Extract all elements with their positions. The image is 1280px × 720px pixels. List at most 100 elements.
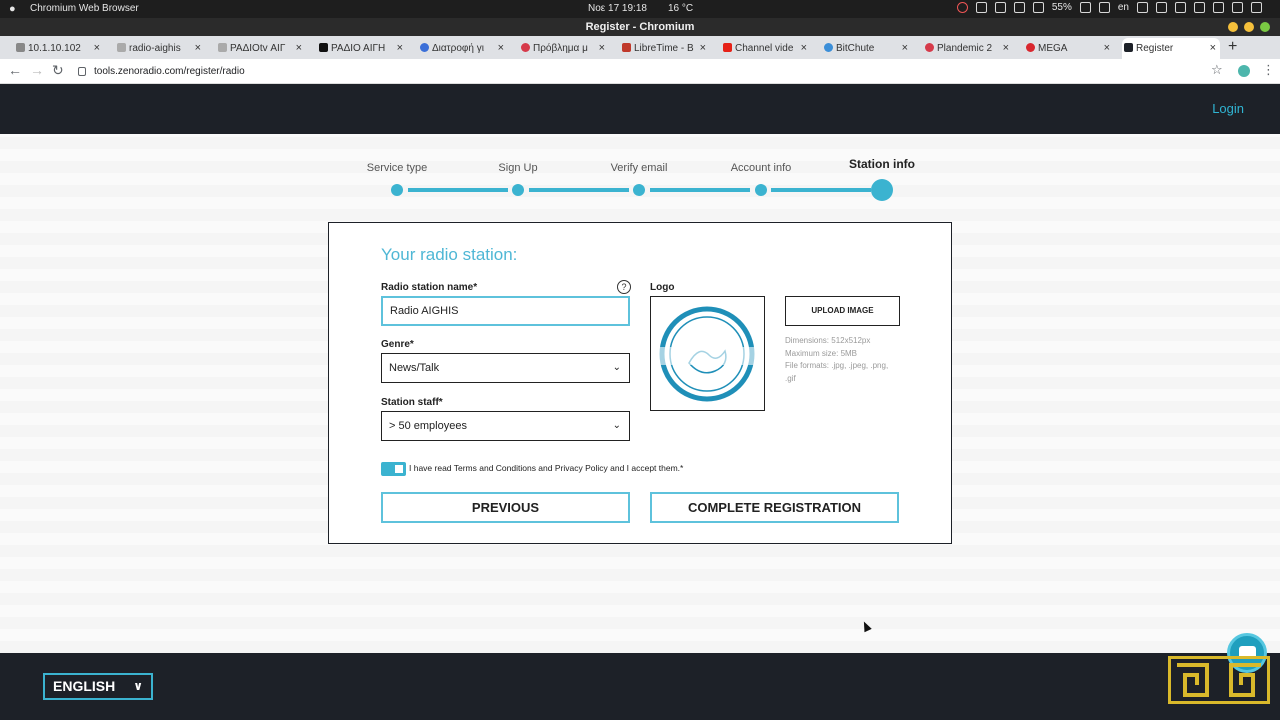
wifi-icon[interactable] <box>1175 2 1186 13</box>
tab-diatrofi[interactable]: Διατροφή γι × <box>418 38 508 59</box>
step-dot-station-info <box>871 179 893 201</box>
genre-label: Genre* <box>381 339 414 350</box>
step-dot-service-type[interactable] <box>391 184 403 196</box>
favicon-icon <box>218 43 227 52</box>
notification-icon[interactable] <box>1079 2 1091 13</box>
tab-bitchute[interactable]: BitChute × <box>822 38 912 59</box>
hint-dimensions: Dimensions: 512x512px <box>785 336 871 345</box>
bookmark-star-icon[interactable]: ☆ <box>1211 62 1223 78</box>
favicon-icon <box>723 43 732 52</box>
clock[interactable]: Νοε 17 19:18 <box>588 3 647 14</box>
tab-radio-aighis-2[interactable]: ΡΑΔΙΟ ΑΙΓΗ × <box>317 38 407 59</box>
step-label-account-info: Account info <box>730 162 792 174</box>
tab-label: Plandemic 2 <box>937 43 993 54</box>
site-footer: ENGLISH ∨ <box>0 653 1280 720</box>
tab-provlima[interactable]: Πρόβλημα μ × <box>519 38 609 59</box>
step-dot-account-info[interactable] <box>755 184 767 196</box>
system-menu-icon[interactable]: ● <box>9 3 19 15</box>
language-select[interactable]: ENGLISH ∨ <box>43 673 153 700</box>
close-tab-icon[interactable]: × <box>801 42 807 54</box>
record-icon[interactable] <box>956 2 968 13</box>
login-link[interactable]: Login <box>1212 101 1244 116</box>
volume-icon[interactable] <box>1213 2 1224 13</box>
favicon-icon <box>521 43 530 52</box>
app-icon[interactable] <box>1013 2 1025 13</box>
language-value: ENGLISH <box>53 678 116 694</box>
forward-arrow-icon[interactable]: → <box>30 62 44 78</box>
tab-label: Διατροφή γι <box>432 43 484 54</box>
step-label-sign-up: Sign Up <box>498 162 538 174</box>
page-body: Service type Sign Up Verify email Accoun… <box>0 134 1280 653</box>
upload-image-button[interactable]: UPLOAD IMAGE <box>785 296 900 326</box>
close-tab-icon[interactable]: × <box>700 42 706 54</box>
reload-icon[interactable]: ↻ <box>52 62 64 79</box>
step-label-service-type: Service type <box>366 162 428 174</box>
tab-radio-tv[interactable]: ΡΑΔΙΟtv ΑΙΓ × <box>216 38 306 59</box>
favicon-icon <box>1124 43 1133 52</box>
battery-icon[interactable] <box>1032 2 1044 13</box>
discord-icon[interactable] <box>994 2 1006 13</box>
help-icon[interactable]: ? <box>617 280 631 294</box>
close-window-button[interactable] <box>1260 22 1270 32</box>
complete-registration-button[interactable]: COMPLETE REGISTRATION <box>650 492 899 523</box>
upload-hints: Dimensions: 512x512px Maximum size: 5MB … <box>785 335 895 385</box>
tab-label: LibreTime - B <box>634 43 694 54</box>
tab-radio-aighis[interactable]: radio-aighis × <box>115 38 205 59</box>
close-tab-icon[interactable]: × <box>902 42 908 54</box>
window-icon[interactable] <box>975 2 987 13</box>
close-tab-icon[interactable]: × <box>498 42 504 54</box>
close-tab-icon[interactable]: × <box>1003 42 1009 54</box>
back-arrow-icon[interactable]: ← <box>8 62 22 78</box>
tab-label: 10.1.10.102 <box>28 43 81 54</box>
new-tab-button[interactable]: + <box>1228 38 1237 56</box>
checkbox-knob <box>395 465 403 473</box>
power-icon[interactable] <box>1251 2 1262 13</box>
close-tab-icon[interactable]: × <box>397 42 403 54</box>
favicon-icon <box>117 43 126 52</box>
extension-icon[interactable] <box>1238 65 1250 77</box>
tab-channel-videos[interactable]: Channel vide × <box>721 38 811 59</box>
tab-register[interactable]: Register × <box>1122 38 1220 59</box>
browser-toolbar: ← → ↻ tools.zenoradio.com/register/radio <box>0 59 1280 84</box>
close-tab-icon[interactable]: × <box>296 42 302 54</box>
close-tab-icon[interactable]: × <box>599 42 605 54</box>
favicon-icon <box>16 43 25 52</box>
microphone-icon[interactable] <box>1232 2 1243 13</box>
terms-checkbox[interactable] <box>381 462 406 476</box>
active-app-name[interactable]: Chromium Web Browser <box>30 3 139 14</box>
tab-mega[interactable]: MEGA × <box>1024 38 1114 59</box>
tab-10-1-10-102[interactable]: 10.1.10.102 × <box>14 38 104 59</box>
screenshot-icon[interactable] <box>1137 2 1148 13</box>
tab-label: BitChute <box>836 43 875 54</box>
window-title: Register - Chromium <box>0 18 1280 36</box>
previous-button[interactable]: PREVIOUS <box>381 492 630 523</box>
lock-icon[interactable] <box>78 67 86 76</box>
tab-libretime[interactable]: LibreTime - B × <box>620 38 710 59</box>
tab-label: ΡΑΔΙΟ ΑΙΓΗ <box>331 43 386 54</box>
browser-menu-icon[interactable]: ⋮ <box>1262 62 1275 78</box>
night-mode-icon[interactable] <box>1156 2 1167 13</box>
close-tab-icon[interactable]: × <box>1104 42 1110 54</box>
keyboard-language[interactable]: en <box>1118 2 1129 13</box>
cast-icon[interactable] <box>1194 2 1205 13</box>
close-tab-icon[interactable]: × <box>1210 42 1216 54</box>
step-dot-verify-email[interactable] <box>633 184 645 196</box>
maximize-button[interactable] <box>1244 22 1254 32</box>
genre-select[interactable]: News/Talk ⌄ <box>381 353 630 383</box>
url-text[interactable]: tools.zenoradio.com/register/radio <box>94 66 245 77</box>
weather-readout[interactable]: 16 °C <box>668 3 693 14</box>
terms-text[interactable]: I have read Terms and Conditions and Pri… <box>409 463 683 473</box>
at-icon[interactable] <box>1098 2 1110 13</box>
address-bar[interactable]: tools.zenoradio.com/register/radio <box>72 62 1257 81</box>
genre-value: News/Talk <box>389 362 440 374</box>
staff-label: Station staff* <box>381 397 443 408</box>
close-tab-icon[interactable]: × <box>94 42 100 54</box>
close-tab-icon[interactable]: × <box>195 42 201 54</box>
staff-select[interactable]: > 50 employees ⌄ <box>381 411 630 441</box>
logo-preview[interactable] <box>650 296 765 411</box>
tab-strip: 10.1.10.102 × radio-aighis × ΡΑΔΙΟtv ΑΙΓ × … <box>0 36 1280 59</box>
tab-plandemic[interactable]: Plandemic 2 × <box>923 38 1013 59</box>
step-dot-sign-up[interactable] <box>512 184 524 196</box>
minimize-button[interactable] <box>1228 22 1238 32</box>
station-name-input[interactable]: Radio AIGHIS <box>381 296 630 326</box>
